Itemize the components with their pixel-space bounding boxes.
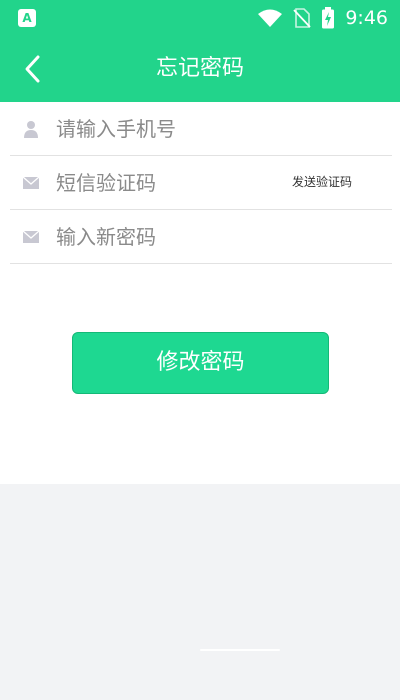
mail-icon bbox=[22, 176, 40, 189]
phone-row bbox=[10, 102, 392, 156]
user-icon bbox=[24, 121, 38, 138]
new-password-input[interactable] bbox=[56, 210, 276, 263]
new-password-row bbox=[10, 210, 392, 264]
no-sim-icon bbox=[293, 8, 311, 28]
status-icons: 9:46 bbox=[257, 7, 388, 29]
battery-charging-icon bbox=[322, 7, 335, 29]
app-bar: 忘记密码 bbox=[0, 36, 400, 102]
form-card: 发送验证码 bbox=[0, 102, 400, 484]
status-bar: A 9:46 bbox=[0, 0, 400, 36]
mail-icon bbox=[22, 230, 40, 243]
phone-input[interactable] bbox=[56, 102, 276, 155]
page-title: 忘记密码 bbox=[155, 56, 244, 81]
change-password-button[interactable]: 修改密码 bbox=[72, 332, 329, 394]
home-indicator bbox=[200, 649, 280, 651]
send-code-button[interactable]: 发送验证码 bbox=[292, 156, 352, 209]
status-time: 9:46 bbox=[345, 7, 388, 29]
sms-code-input[interactable] bbox=[56, 156, 276, 209]
chevron-left-icon[interactable] bbox=[18, 53, 48, 85]
app-notification-icon: A bbox=[18, 9, 36, 27]
sms-code-row: 发送验证码 bbox=[10, 156, 392, 210]
wifi-icon bbox=[258, 9, 283, 27]
